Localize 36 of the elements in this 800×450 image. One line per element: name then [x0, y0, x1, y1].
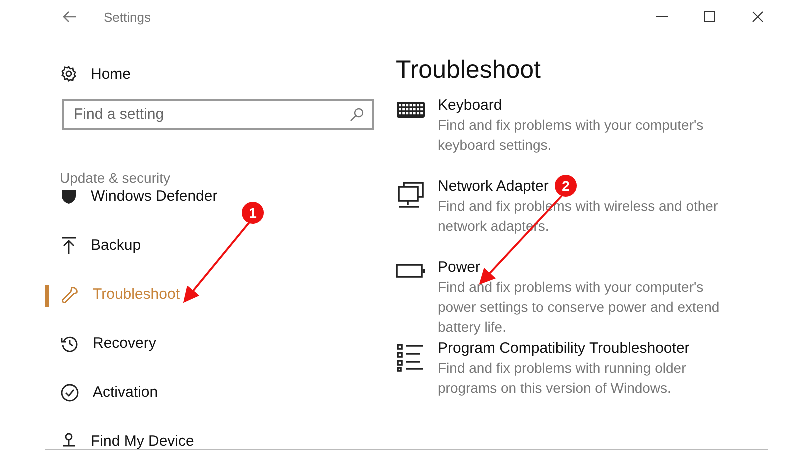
back-arrow-icon [63, 11, 77, 23]
list-icon [397, 344, 425, 372]
search-box[interactable]: Find a setting [62, 99, 374, 130]
window-title: Settings [104, 10, 152, 24]
wrench-icon [61, 286, 79, 304]
nav-item[interactable]: Recovery [93, 335, 156, 352]
nav-item[interactable]: Backup [91, 237, 142, 254]
home-link[interactable]: Home [91, 66, 132, 82]
network-icon [397, 182, 425, 210]
troubleshooter-title[interactable]: Program Compatibility Troubleshooter [438, 340, 690, 357]
step-number: 1 [242, 202, 264, 224]
nav-item[interactable]: Find My Device [91, 433, 194, 449]
troubleshooter-title[interactable]: Power [438, 259, 481, 276]
troubleshooter-title[interactable]: Network Adapter [438, 178, 549, 195]
check-circle-icon [61, 384, 79, 402]
page-heading: Troubleshoot [396, 56, 542, 85]
maximize-icon [704, 11, 716, 23]
close-icon [752, 11, 764, 23]
settings-icon [61, 66, 77, 82]
nav-item[interactable]: Windows Defender [91, 188, 218, 205]
person-icon [61, 432, 77, 449]
section-heading: Update & security [60, 170, 172, 186]
troubleshooter-description: Find and fix problems with your computer's power settings to conserve power and extend battery life. [438, 278, 721, 337]
selection-indicator [45, 285, 49, 307]
troubleshooter-title[interactable]: Keyboard [438, 97, 502, 114]
shield-icon [61, 188, 77, 204]
search-icon [350, 108, 364, 122]
troubleshooter-description: Find and fix problems with your computer's keyboard settings. [438, 116, 705, 155]
step-number: 2 [555, 175, 577, 197]
nav-item[interactable]: Activation [93, 384, 158, 401]
upload-icon [61, 236, 77, 254]
keyboard-icon [396, 101, 426, 119]
minimize-icon [656, 16, 668, 18]
battery-icon [396, 263, 426, 279]
troubleshooter-description: Find and fix problems with running older programs on this version of Windows. [438, 359, 688, 398]
history-icon [61, 334, 79, 352]
